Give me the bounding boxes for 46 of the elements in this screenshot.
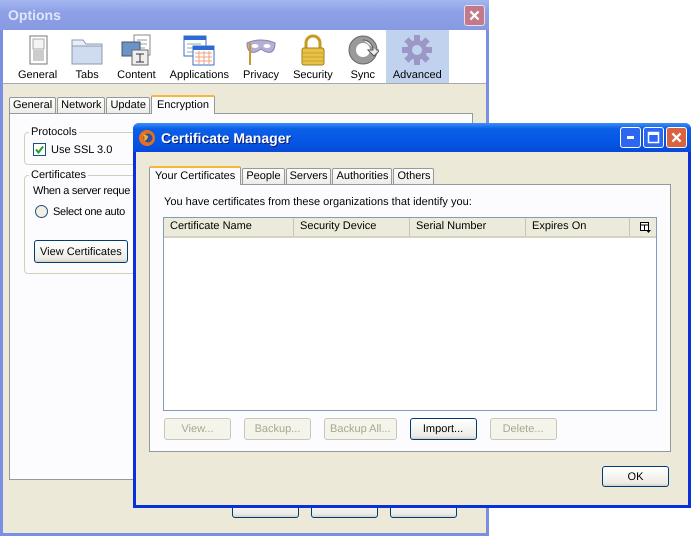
documents-icon bbox=[120, 34, 152, 66]
toolbar-button[interactable]: Privacy bbox=[236, 30, 286, 83]
checkbox[interactable] bbox=[33, 143, 46, 156]
maximize-icon bbox=[647, 131, 660, 144]
windows-icon bbox=[183, 34, 216, 66]
column-picker-icon bbox=[640, 222, 650, 232]
toolbar-button[interactable]: Applications bbox=[162, 30, 236, 83]
column-header[interactable]: Expires On bbox=[526, 218, 630, 236]
minimize-icon bbox=[627, 136, 634, 139]
tab[interactable]: Your Certificates bbox=[149, 166, 242, 185]
toolbar-button[interactable]: Security bbox=[286, 30, 340, 83]
toolbar-button[interactable]: General bbox=[11, 30, 64, 83]
tab[interactable]: Others bbox=[393, 168, 434, 184]
maximize-button[interactable] bbox=[643, 127, 664, 148]
tab[interactable]: Authorities bbox=[332, 168, 392, 184]
ok-button[interactable]: OK bbox=[602, 466, 669, 487]
checkbox-label: Use SSL 3.0 bbox=[51, 144, 112, 156]
tab[interactable]: Network bbox=[57, 97, 106, 113]
description-text: You have certificates from these organizations that identify you: bbox=[164, 196, 473, 208]
tab[interactable]: General bbox=[9, 97, 56, 113]
window-title: Certificate Manager bbox=[161, 130, 292, 146]
window-title: Options bbox=[8, 7, 62, 23]
column-header[interactable]: Certificate Name bbox=[164, 218, 294, 236]
view-certificates-button[interactable]: View Certificates bbox=[34, 240, 128, 263]
toolbar-button[interactable]: Tabs bbox=[64, 30, 110, 83]
minimize-button[interactable] bbox=[620, 127, 641, 148]
action-button[interactable]: Import... bbox=[410, 418, 477, 440]
group-title: Protocols bbox=[29, 126, 79, 138]
column-header[interactable]: Serial Number bbox=[410, 218, 526, 236]
toolbar-button[interactable]: Advanced bbox=[386, 30, 449, 83]
radio-label: Select one auto bbox=[53, 206, 125, 218]
check-icon bbox=[35, 145, 44, 154]
gear-icon bbox=[401, 34, 434, 66]
sync-icon bbox=[346, 34, 379, 66]
radio-button[interactable] bbox=[35, 205, 48, 218]
app-icon bbox=[138, 128, 156, 146]
tab[interactable]: Servers bbox=[286, 168, 332, 184]
toolbar-button[interactable]: Sync bbox=[340, 30, 386, 83]
column-header[interactable]: Security Device bbox=[294, 218, 410, 236]
group-title: Certificates bbox=[29, 169, 88, 181]
tab[interactable]: People bbox=[242, 168, 285, 184]
tab[interactable]: Encryption bbox=[150, 95, 215, 114]
tab[interactable]: Update bbox=[106, 97, 150, 113]
toolbar-button[interactable]: Content bbox=[110, 30, 163, 83]
close-button[interactable] bbox=[464, 4, 485, 26]
description-text: When a server reque bbox=[33, 185, 130, 197]
